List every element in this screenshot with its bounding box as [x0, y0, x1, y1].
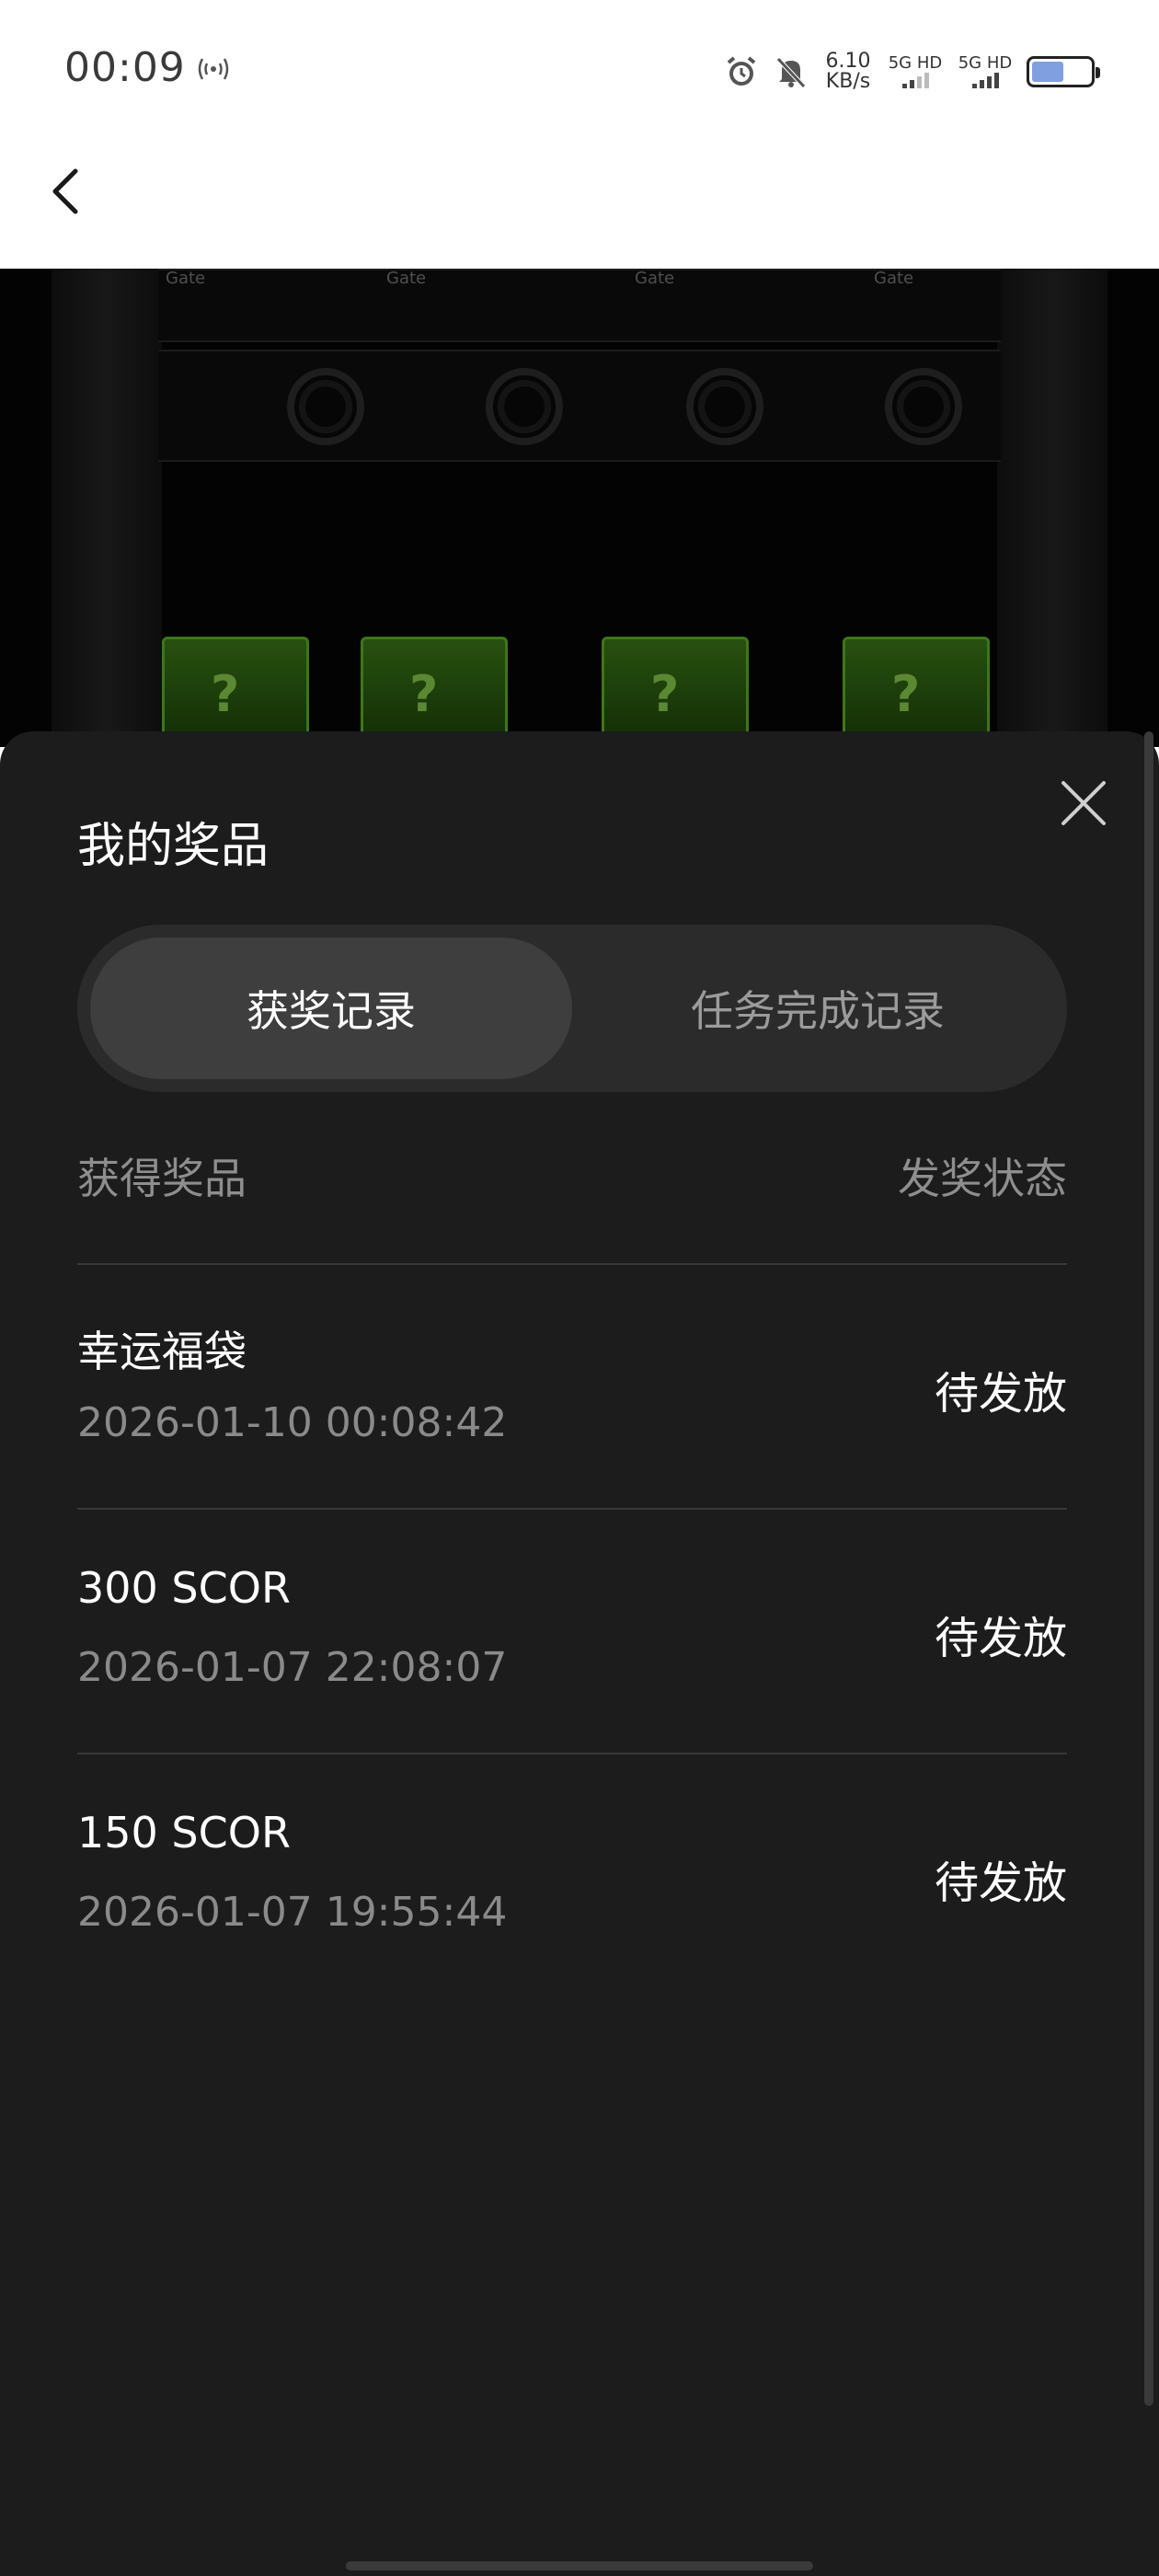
- battery-level: [1032, 62, 1064, 82]
- prize-name: 幸运福袋: [77, 1327, 247, 1376]
- chevron-left-icon[interactable]: [40, 164, 96, 219]
- tab-task-records[interactable]: 任务完成记录: [581, 937, 1054, 1079]
- prize-time: 2026-01-07 22:08:07: [77, 1644, 508, 1691]
- hotspot-icon: [195, 55, 232, 88]
- sim1-label: 5G HD: [888, 53, 943, 73]
- speed-value: 6.10: [825, 50, 871, 73]
- tab-bar: 获奖记录 任务完成记录: [77, 925, 1067, 1092]
- list-item: 幸运福袋 2026-01-10 00:08:42 待发放: [77, 1265, 1067, 1508]
- tab-prize-records[interactable]: 获奖记录: [90, 937, 572, 1079]
- sim1-signal: 5G HD: [887, 55, 944, 88]
- prize-name: 300 SCOR: [77, 1563, 291, 1613]
- game-scene: Gate Gate Gate Gate ? ? ? ?: [0, 269, 1159, 747]
- close-icon[interactable]: [1058, 777, 1109, 829]
- prize-name: 150 SCOR: [77, 1808, 291, 1857]
- sim2-signal: 5G HD: [957, 55, 1014, 88]
- sheet-title: 我的奖品: [77, 819, 270, 874]
- network-speed: 6.10 KB/s: [822, 52, 874, 92]
- list-item: 150 SCOR 2026-01-07 19:55:44 待发放: [77, 1754, 1067, 1997]
- screen: 00:09 6.10 KB/s 5G HD 5G HD Gate Gate Ga…: [0, 0, 1159, 2576]
- alarm-icon: [727, 56, 756, 86]
- scrollbar[interactable]: [1144, 731, 1153, 2406]
- prize-sheet: 我的奖品 获奖记录 任务完成记录 获得奖品 发奖状态 幸运福袋 2026-01-…: [0, 731, 1159, 2576]
- modal-overlay[interactable]: [0, 269, 1159, 747]
- prize-time: 2026-01-07 19:55:44: [77, 1889, 508, 1936]
- prize-time: 2026-01-10 00:08:42: [77, 1399, 508, 1446]
- app-header: [0, 147, 1159, 269]
- sim2-label: 5G HD: [958, 53, 1013, 73]
- signal-bars-icon: [957, 72, 1014, 88]
- list-item: 300 SCOR 2026-01-07 22:08:07 待发放: [77, 1510, 1067, 1753]
- status-icons: 6.10 KB/s 5G HD 5G HD: [723, 46, 1100, 98]
- signal-bars-icon: [887, 72, 944, 88]
- bell-off-icon: [776, 57, 806, 88]
- prize-status: 待发放: [934, 1613, 1067, 1664]
- column-header-status: 发奖状态: [898, 1154, 1067, 1203]
- speed-unit: KB/s: [825, 70, 871, 93]
- status-time: 00:09: [64, 44, 186, 91]
- column-header-prize: 获得奖品: [77, 1154, 247, 1203]
- battery-icon: [1027, 56, 1100, 87]
- home-indicator[interactable]: [346, 2561, 813, 2570]
- prize-status: 待发放: [934, 1368, 1067, 1420]
- prize-status: 待发放: [934, 1857, 1067, 1909]
- status-bar: 00:09 6.10 KB/s 5G HD 5G HD: [0, 0, 1159, 147]
